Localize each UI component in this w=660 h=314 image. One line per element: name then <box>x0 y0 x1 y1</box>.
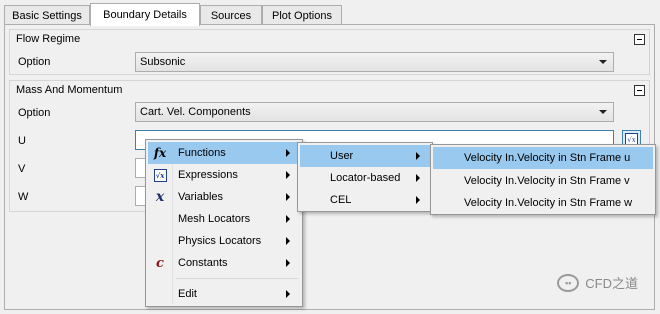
menu-item-label: CEL <box>330 194 352 206</box>
menu-item-functions[interactable]: fx Functions <box>148 142 300 164</box>
tab-boundary-details[interactable]: Boundary Details <box>90 3 200 26</box>
submenu-arrow-icon <box>286 290 290 298</box>
submenu-arrow-icon <box>416 174 420 182</box>
tab-label: Sources <box>210 9 252 22</box>
collapse-flow-regime-button[interactable] <box>634 34 645 45</box>
submenu-item-cel[interactable]: CEL <box>300 189 430 211</box>
submenu-item-locator-based[interactable]: Locator-based <box>300 167 430 189</box>
collapse-mass-momentum-button[interactable] <box>634 85 645 96</box>
functions-submenu: User Locator-based CEL <box>297 142 433 212</box>
user-functions-submenu: Velocity In.Velocity in Stn Frame u Velo… <box>430 144 656 215</box>
submenu-arrow-icon <box>416 196 420 204</box>
tab-plot-options[interactable]: Plot Options <box>262 5 342 25</box>
menu-item-label: Locator-based <box>330 172 401 184</box>
select-value: Cart. Vel. Components <box>140 106 251 118</box>
tab-label: Boundary Details <box>103 9 187 21</box>
function-icon: fx <box>153 146 167 160</box>
menu-item-label: Edit <box>178 288 197 300</box>
menu-item-edit[interactable]: Edit <box>148 283 300 305</box>
mass-momentum-title: Mass And Momentum <box>16 84 123 96</box>
menu-item-mesh-locators[interactable]: Mesh Locators <box>148 208 300 230</box>
variable-icon: x <box>155 189 165 205</box>
menu-item-label: Variables <box>178 191 224 203</box>
user-function-velocity-v[interactable]: Velocity In.Velocity in Stn Frame v <box>433 170 653 192</box>
submenu-arrow-icon <box>286 215 290 223</box>
menu-item-expressions[interactable]: √x Expressions <box>148 164 300 186</box>
menu-item-label: Expressions <box>178 169 238 181</box>
submenu-arrow-icon <box>286 193 290 201</box>
menu-item-label: Velocity In.Velocity in Stn Frame w <box>464 197 633 209</box>
flow-regime-group: Flow Regime Option Subsonic <box>9 29 650 75</box>
menu-item-variables[interactable]: x Variables <box>148 186 300 208</box>
menu-item-label: Velocity In.Velocity in Stn Frame v <box>464 175 630 187</box>
menu-item-label: Mesh Locators <box>178 213 251 225</box>
expression-icon: √x <box>152 167 168 183</box>
menu-item-label: Physics Locators <box>178 235 262 247</box>
menu-item-physics-locators[interactable]: Physics Locators <box>148 230 300 252</box>
submenu-item-user[interactable]: User <box>300 145 430 167</box>
mass-momentum-option-select[interactable]: Cart. Vel. Components <box>135 102 614 122</box>
user-function-velocity-u[interactable]: Velocity In.Velocity in Stn Frame u <box>433 147 653 169</box>
insert-context-menu: fx Functions √x Expressions x Variables … <box>145 139 303 307</box>
chevron-down-icon <box>599 60 607 64</box>
user-function-velocity-w[interactable]: Velocity In.Velocity in Stn Frame w <box>433 192 653 214</box>
chevron-down-icon <box>599 110 607 114</box>
menu-item-label: Velocity In.Velocity in Stn Frame u <box>464 152 631 164</box>
menu-item-label: Constants <box>178 257 228 269</box>
tab-sources[interactable]: Sources <box>200 5 262 25</box>
menu-item-constants[interactable]: c Constants <box>148 252 300 274</box>
watermark: •• CFD之道 <box>557 273 638 292</box>
wechat-icon: •• <box>557 273 580 292</box>
constant-icon: c <box>156 255 164 271</box>
w-label: W <box>18 191 29 203</box>
select-value: Subsonic <box>140 56 186 68</box>
tab-basic-settings[interactable]: Basic Settings <box>4 5 90 25</box>
menu-separator <box>176 278 298 279</box>
tab-label: Basic Settings <box>12 9 82 22</box>
submenu-arrow-icon <box>416 152 420 160</box>
submenu-arrow-icon <box>286 149 290 157</box>
submenu-arrow-icon <box>286 237 290 245</box>
menu-item-label: Functions <box>178 147 226 159</box>
flow-regime-option-select[interactable]: Subsonic <box>135 52 614 72</box>
u-label: U <box>18 135 26 147</box>
tab-label: Plot Options <box>272 9 332 22</box>
submenu-arrow-icon <box>286 259 290 267</box>
submenu-arrow-icon <box>286 171 290 179</box>
v-label: V <box>18 163 26 175</box>
menu-item-label: User <box>330 150 354 162</box>
flow-regime-title: Flow Regime <box>16 33 81 45</box>
watermark-text: CFD之道 <box>585 276 638 291</box>
mass-momentum-option-label: Option <box>18 107 51 119</box>
flow-regime-option-label: Option <box>18 56 51 68</box>
